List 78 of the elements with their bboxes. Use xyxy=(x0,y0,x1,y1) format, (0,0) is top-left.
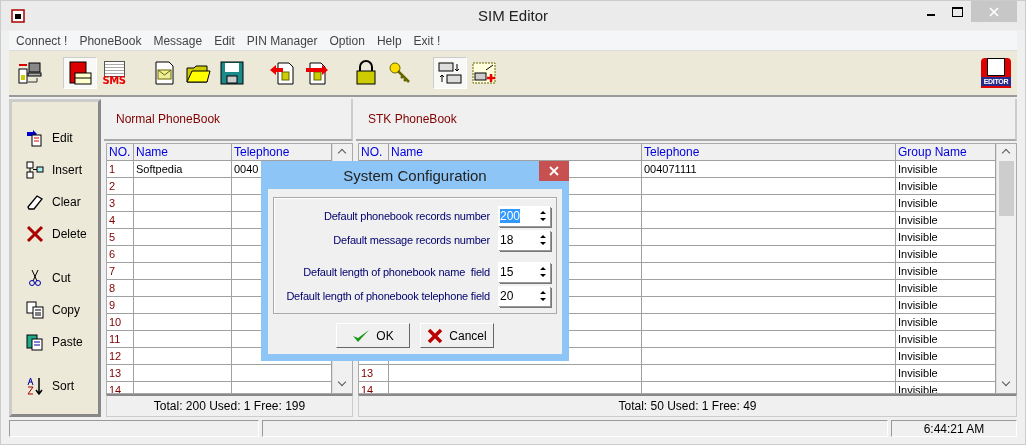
checkmark-icon xyxy=(352,327,371,344)
dialog-title: System Configuration xyxy=(343,166,487,184)
table-cell: 004071111 xyxy=(642,160,896,177)
close-icon xyxy=(989,6,999,17)
row-number: 14 xyxy=(107,381,134,394)
scissors-icon xyxy=(26,269,44,287)
record-summary: Total: 50 Used: 1 Free: 49 xyxy=(618,399,757,414)
sidebar-button[interactable]: Delete xyxy=(12,218,98,250)
row-number: 3 xyxy=(107,194,134,211)
dialog-button[interactable]: OK xyxy=(336,323,410,348)
number-spinner[interactable]: 18 xyxy=(498,230,550,250)
row-number: 8 xyxy=(107,279,134,296)
toolbar-button[interactable] xyxy=(63,57,97,89)
copy-icon xyxy=(26,301,44,319)
menu-item[interactable]: Message xyxy=(146,33,208,48)
column-header[interactable]: Telephone xyxy=(642,143,896,160)
panel-title: STK PhoneBook xyxy=(368,111,457,126)
field-label: Default message records number xyxy=(333,234,490,246)
sidebar-button[interactable]: Insert xyxy=(12,154,98,186)
number-spinner[interactable]: 20 xyxy=(498,286,550,306)
edit-document-icon xyxy=(26,129,44,147)
dialog-button[interactable]: Cancel xyxy=(420,323,494,348)
menu-item[interactable]: PIN Manager xyxy=(239,33,323,48)
table-cell: Softpedia xyxy=(134,160,232,177)
record-summary: Total: 200 Used: 1 Free: 199 xyxy=(153,399,306,414)
menu-item[interactable]: Exit ! xyxy=(406,33,446,48)
sim-computer-icon xyxy=(17,60,43,86)
number-spinner[interactable]: 15 xyxy=(498,262,550,282)
row-number: 7 xyxy=(107,262,134,279)
column-header[interactable]: NO. xyxy=(107,143,134,160)
column-header[interactable]: NO. xyxy=(359,143,389,160)
sidebar-button[interactable]: Clear xyxy=(12,186,98,218)
sidebar-button[interactable]: Paste xyxy=(12,326,98,358)
delete-icon xyxy=(26,225,44,243)
card-plus-icon xyxy=(471,60,497,86)
field-label: Default length of phonebook telephone field xyxy=(286,290,490,302)
arrow-left-card-icon xyxy=(269,60,295,86)
menu-item[interactable]: PhoneBook xyxy=(72,33,147,48)
window-title: SIM Editor xyxy=(477,7,549,24)
sort-icon xyxy=(26,377,44,395)
sidebar-button[interactable]: Copy xyxy=(12,294,98,326)
menu-item[interactable]: Option xyxy=(322,33,370,48)
row-number: 9 xyxy=(107,296,134,313)
row-number: 6 xyxy=(107,245,134,262)
row-number: 13 xyxy=(359,364,389,381)
row-number: 1 xyxy=(107,160,134,177)
close-button[interactable] xyxy=(539,161,569,181)
menu-item[interactable]: Help xyxy=(369,33,407,48)
row-number: 2 xyxy=(107,177,134,194)
paste-icon xyxy=(26,333,44,351)
sidebar-button[interactable]: Cut xyxy=(12,262,98,294)
menu-item[interactable]: Connect ! xyxy=(9,33,73,48)
row-number: 13 xyxy=(107,364,134,381)
x-icon xyxy=(427,327,444,344)
book-card-icon xyxy=(67,60,93,86)
eraser-icon xyxy=(26,193,44,211)
close-icon xyxy=(549,166,559,176)
sidebar-button[interactable]: Sort xyxy=(12,370,98,402)
row-number: 5 xyxy=(107,228,134,245)
column-header[interactable]: Name xyxy=(389,143,642,160)
row-number: 4 xyxy=(107,211,134,228)
status-time: 6:44:21 AM xyxy=(891,420,1017,437)
panel-title: Normal PhoneBook xyxy=(116,111,221,126)
menu-item[interactable]: Edit xyxy=(207,33,240,48)
lock-icon xyxy=(353,60,379,86)
scrollbar[interactable] xyxy=(996,143,1016,394)
arrow-right-card-icon xyxy=(303,60,329,86)
row-number: 10 xyxy=(107,313,134,330)
insert-row-icon xyxy=(26,161,44,179)
column-header[interactable]: Name xyxy=(134,143,232,160)
sim-card-icon xyxy=(11,8,25,23)
row-number: 11 xyxy=(107,330,134,347)
row-number: 14 xyxy=(359,381,389,394)
field-label: Default phonebook records number xyxy=(323,210,490,222)
row-number: 12 xyxy=(107,347,134,364)
sidebar-button[interactable]: Edit xyxy=(12,122,98,154)
field-label: Default length of phonebook name field xyxy=(303,266,490,278)
swap-cards-icon xyxy=(437,60,463,86)
